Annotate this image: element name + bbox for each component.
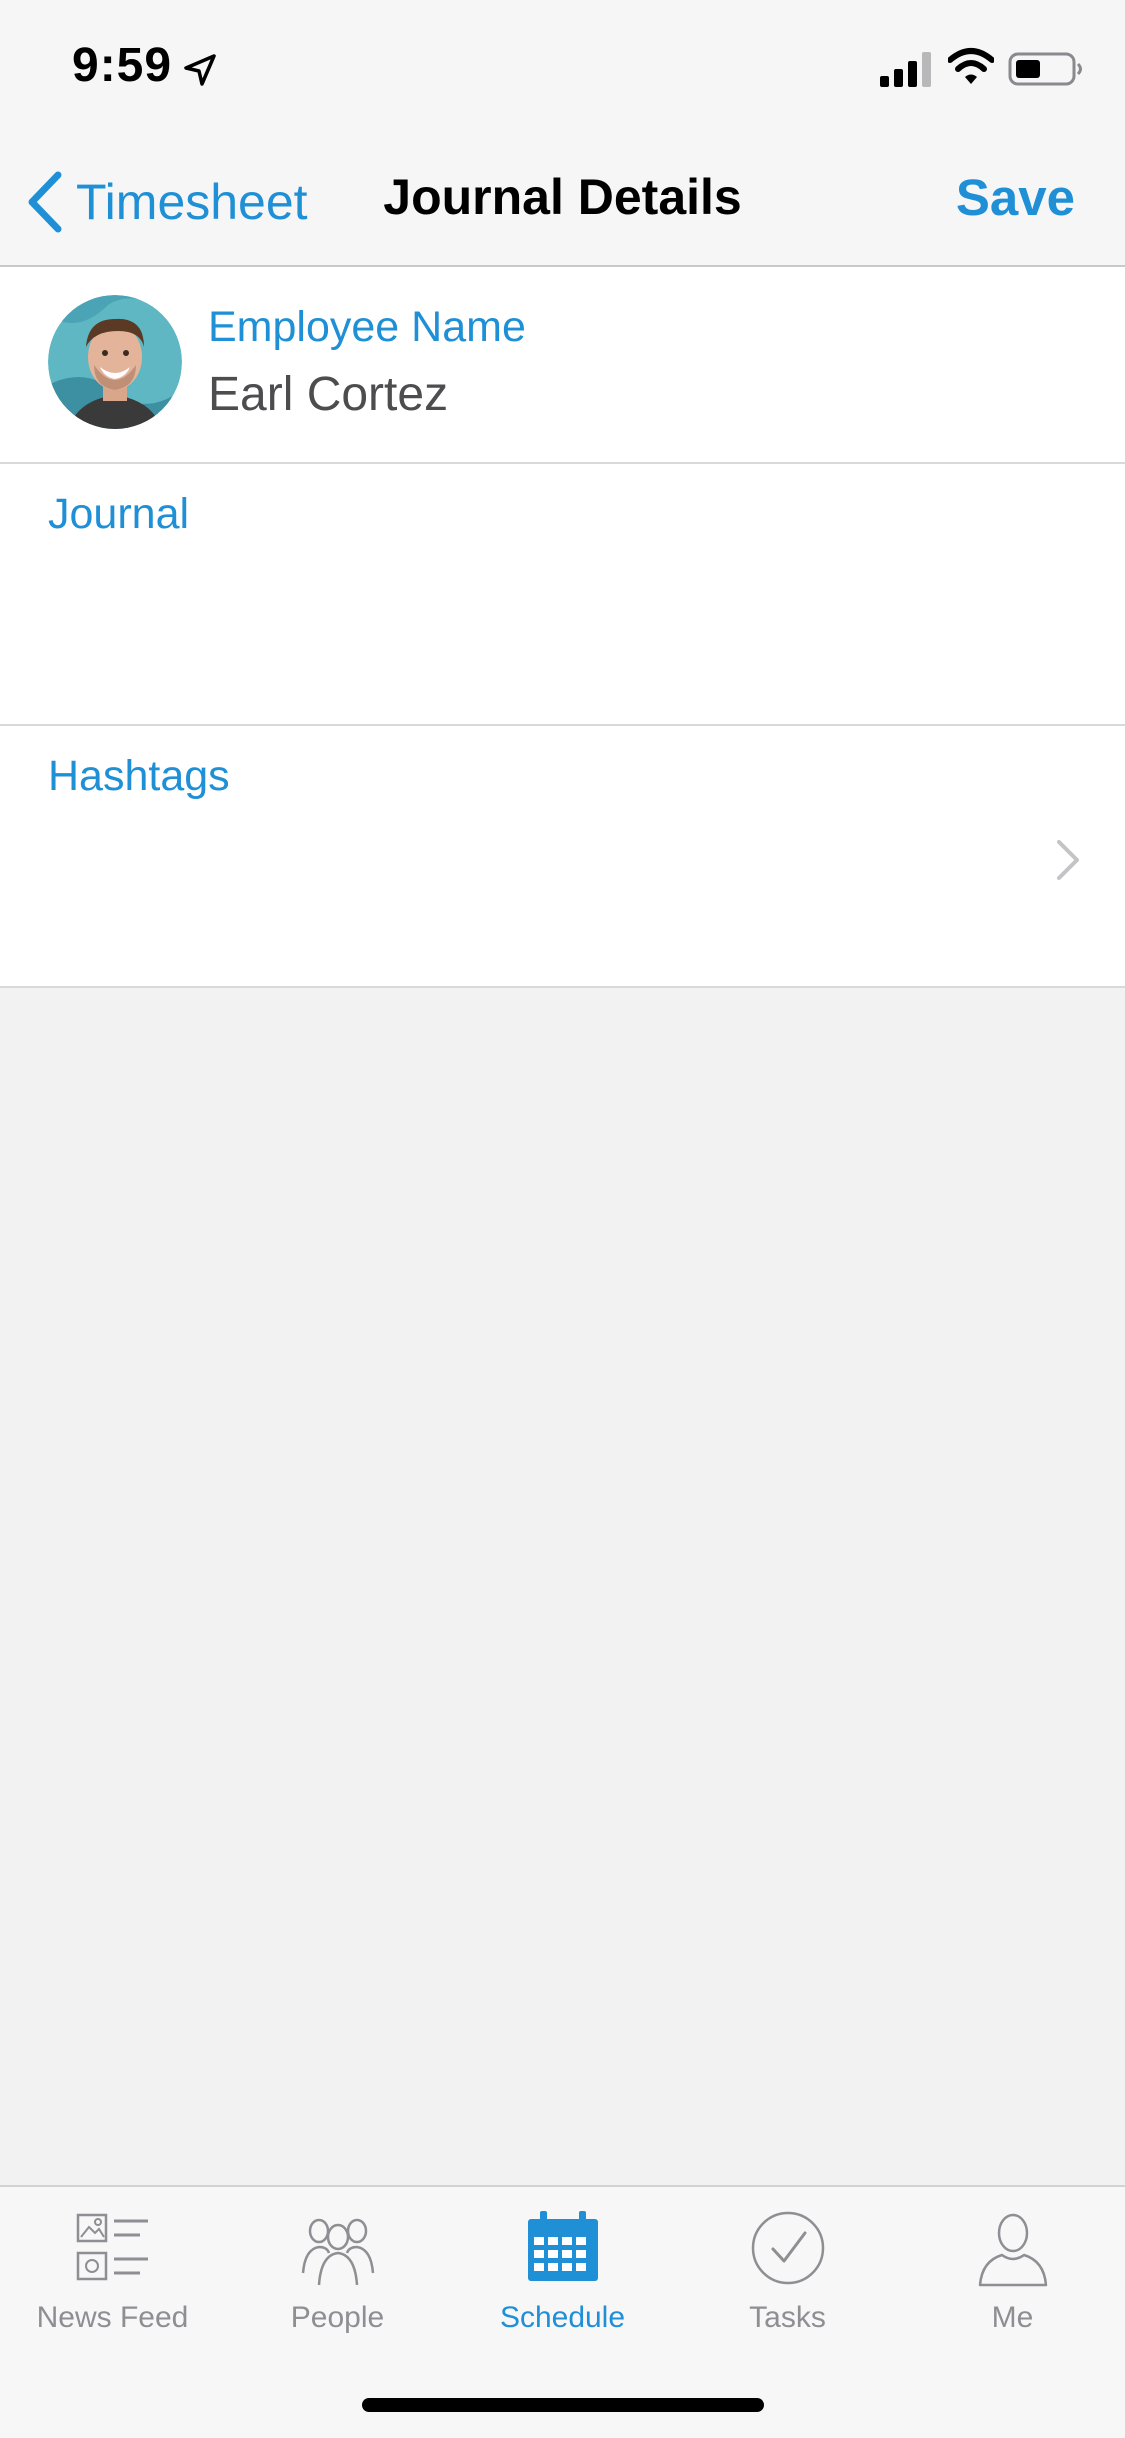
navigation-bar: Timesheet Journal Details Save xyxy=(0,140,1125,267)
tab-people[interactable]: People xyxy=(225,2207,450,2357)
tab-label: Schedule xyxy=(499,2301,626,2334)
tab-tasks[interactable]: Tasks xyxy=(675,2207,900,2357)
calendar-icon xyxy=(527,2211,598,2281)
avatar xyxy=(48,295,182,429)
tab-label: News Feed xyxy=(36,2301,189,2334)
chevron-left-icon xyxy=(28,171,62,233)
people-icon xyxy=(301,2218,374,2286)
tab-me[interactable]: Me xyxy=(900,2207,1125,2357)
hashtags-row[interactable]: Hashtags xyxy=(0,726,1125,988)
tab-label: Me xyxy=(991,2301,1034,2334)
tab-schedule[interactable]: Schedule xyxy=(450,2207,675,2357)
journal-form: Employee Name Earl Cortez Journal Hashta… xyxy=(0,267,1125,988)
home-indicator xyxy=(362,2398,764,2412)
news-feed-icon xyxy=(76,2213,148,2281)
back-button[interactable]: Timesheet xyxy=(22,166,342,238)
status-bar: 9:59 xyxy=(0,0,1125,140)
status-time: 9:59 xyxy=(72,39,173,92)
tasks-check-icon xyxy=(751,2211,824,2285)
employee-row: Employee Name Earl Cortez xyxy=(0,267,1125,464)
employee-name-value: Earl Cortez xyxy=(208,368,449,421)
wifi-icon xyxy=(948,48,994,84)
tab-news-feed[interactable]: News Feed xyxy=(0,2207,225,2357)
location-arrow-icon xyxy=(184,54,216,86)
tab-label: People xyxy=(290,2301,385,2334)
hashtags-label: Hashtags xyxy=(48,752,230,800)
employee-name-label: Employee Name xyxy=(208,303,526,351)
back-button-label: Timesheet xyxy=(76,174,308,230)
battery-icon xyxy=(1008,52,1082,86)
person-icon xyxy=(978,2213,1047,2287)
save-button[interactable]: Save xyxy=(956,168,1075,227)
chevron-right-icon xyxy=(1057,840,1079,880)
tab-label: Tasks xyxy=(749,2301,826,2334)
journal-field[interactable]: Journal xyxy=(0,464,1125,726)
avatar-photo xyxy=(48,295,182,429)
cellular-signal-icon xyxy=(880,52,931,87)
journal-label: Journal xyxy=(48,490,190,538)
